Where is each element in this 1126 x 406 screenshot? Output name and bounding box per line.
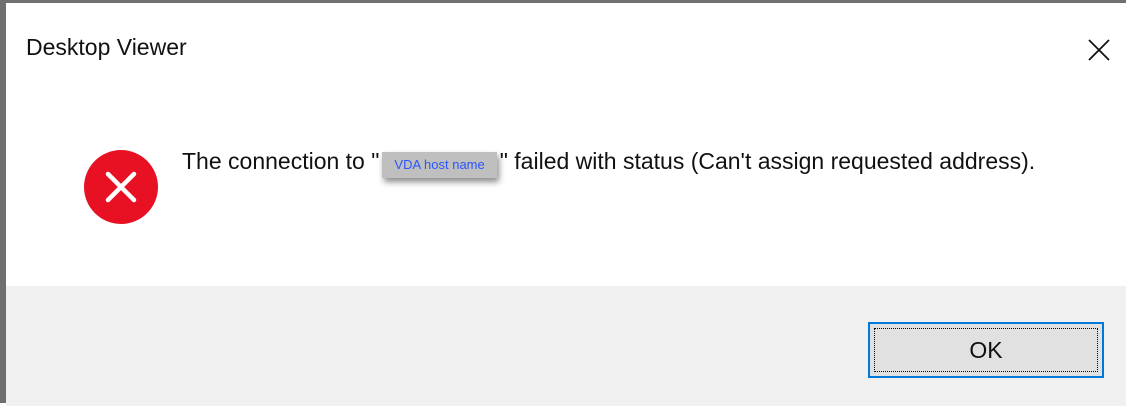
- button-bar: OK: [6, 286, 1126, 406]
- host-name-placeholder: VDA host name: [382, 151, 497, 178]
- error-message: The connection to " VDA host name " failed…: [182, 143, 1082, 179]
- ok-button[interactable]: OK: [868, 322, 1104, 378]
- message-dialog: Desktop Viewer The connection to " VDA ho…: [0, 0, 1126, 406]
- title-bar: Desktop Viewer: [6, 3, 1126, 83]
- message-text-after: " failed with status (Can't assign reque…: [499, 148, 1036, 174]
- close-icon: [1088, 39, 1110, 61]
- dialog-title: Desktop Viewer: [26, 34, 187, 60]
- error-icon: [84, 150, 158, 224]
- dialog-content: The connection to " VDA host name " failed…: [6, 83, 1126, 286]
- close-button[interactable]: [1074, 25, 1124, 75]
- message-text-before: The connection to ": [182, 148, 380, 174]
